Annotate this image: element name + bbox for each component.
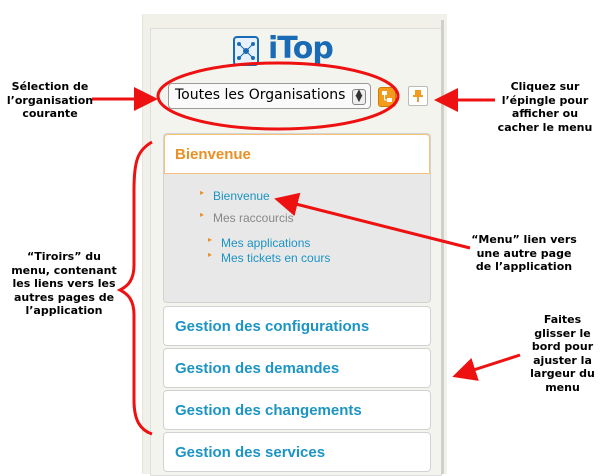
annotation-pin: Cliquez sur l’épingle pour afficher ou c… [497,80,593,134]
annotation-menu-link: “Menu” lien vers une autre page de l’app… [471,233,577,273]
annotation-resize: Faites glisser le bord pour ajuster la l… [530,313,595,394]
menu-link-arrow [274,192,471,250]
drawers-brace [116,140,153,436]
resize-arrow [452,353,521,381]
annotation-drawers: “Tiroirs” du menu, contenant les liens v… [11,250,117,317]
annotation-org: Sélection de l’organisation courante [6,80,94,120]
org-highlight-ellipse [156,61,400,131]
